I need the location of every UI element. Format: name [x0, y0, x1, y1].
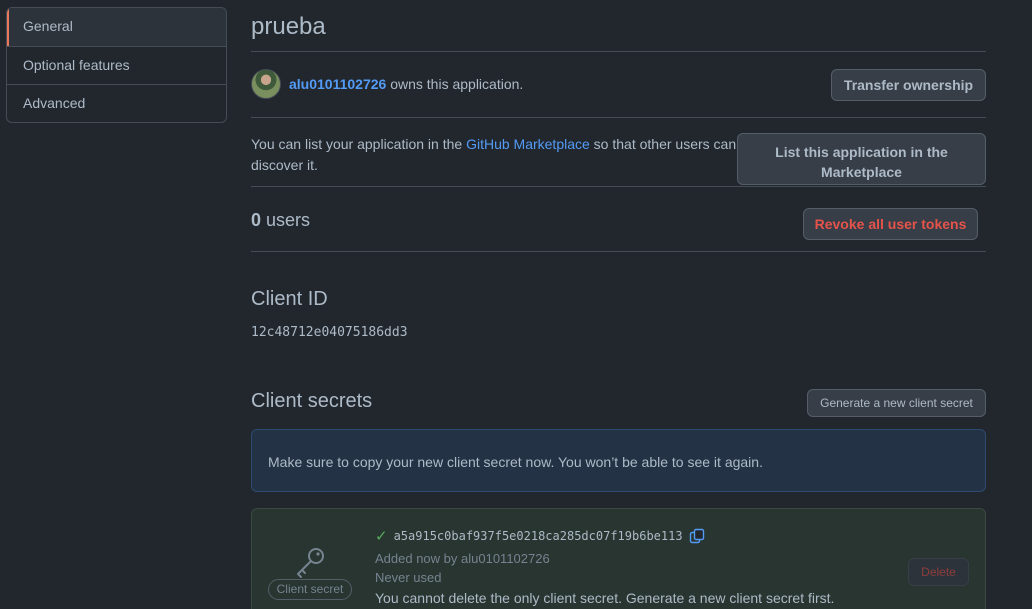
added-by-user: alu0101102726 [461, 551, 550, 566]
client-secrets-heading: Client secrets [251, 390, 373, 412]
page: General Optional features Advanced prueb… [0, 0, 1032, 609]
secret-delete-warning: You cannot delete the only client secret… [375, 590, 835, 606]
added-prefix: Added now by [375, 551, 462, 566]
delete-secret-button[interactable]: Delete [908, 558, 969, 586]
check-icon: ✓ [375, 527, 388, 545]
client-id-heading: Client ID [251, 288, 328, 310]
client-section: Client ID 12c48712e04075186dd3 Client se… [251, 0, 986, 609]
client-id-value: 12c48712e04075186dd3 [251, 325, 408, 340]
settings-sidebar: General Optional features Advanced [6, 7, 227, 123]
secret-usage: Never used [375, 570, 442, 585]
secret-added-by: Added now by alu0101102726 [375, 551, 834, 566]
secret-value: a5a915c0baf937f5e0218ca285dc07f19b6be113 [393, 529, 683, 543]
sidebar-item-optional-features[interactable]: Optional features [7, 46, 226, 84]
flash-notice: Make sure to copy your new client secret… [251, 429, 986, 492]
copy-icon[interactable] [689, 528, 705, 544]
secret-details: ✓ a5a915c0baf937f5e0218ca285dc07f19b6be1… [375, 527, 834, 606]
generate-client-secret-button[interactable]: Generate a new client secret [807, 389, 986, 417]
client-secret-card: Client secret ✓ a5a915c0baf937f5e0218ca2… [251, 508, 986, 609]
sidebar-item-advanced[interactable]: Advanced [7, 84, 226, 122]
sidebar-item-general[interactable]: General [7, 8, 226, 46]
client-secret-badge: Client secret [268, 579, 352, 600]
key-icon [297, 548, 324, 578]
secret-hash-row: ✓ a5a915c0baf937f5e0218ca285dc07f19b6be1… [375, 527, 834, 545]
